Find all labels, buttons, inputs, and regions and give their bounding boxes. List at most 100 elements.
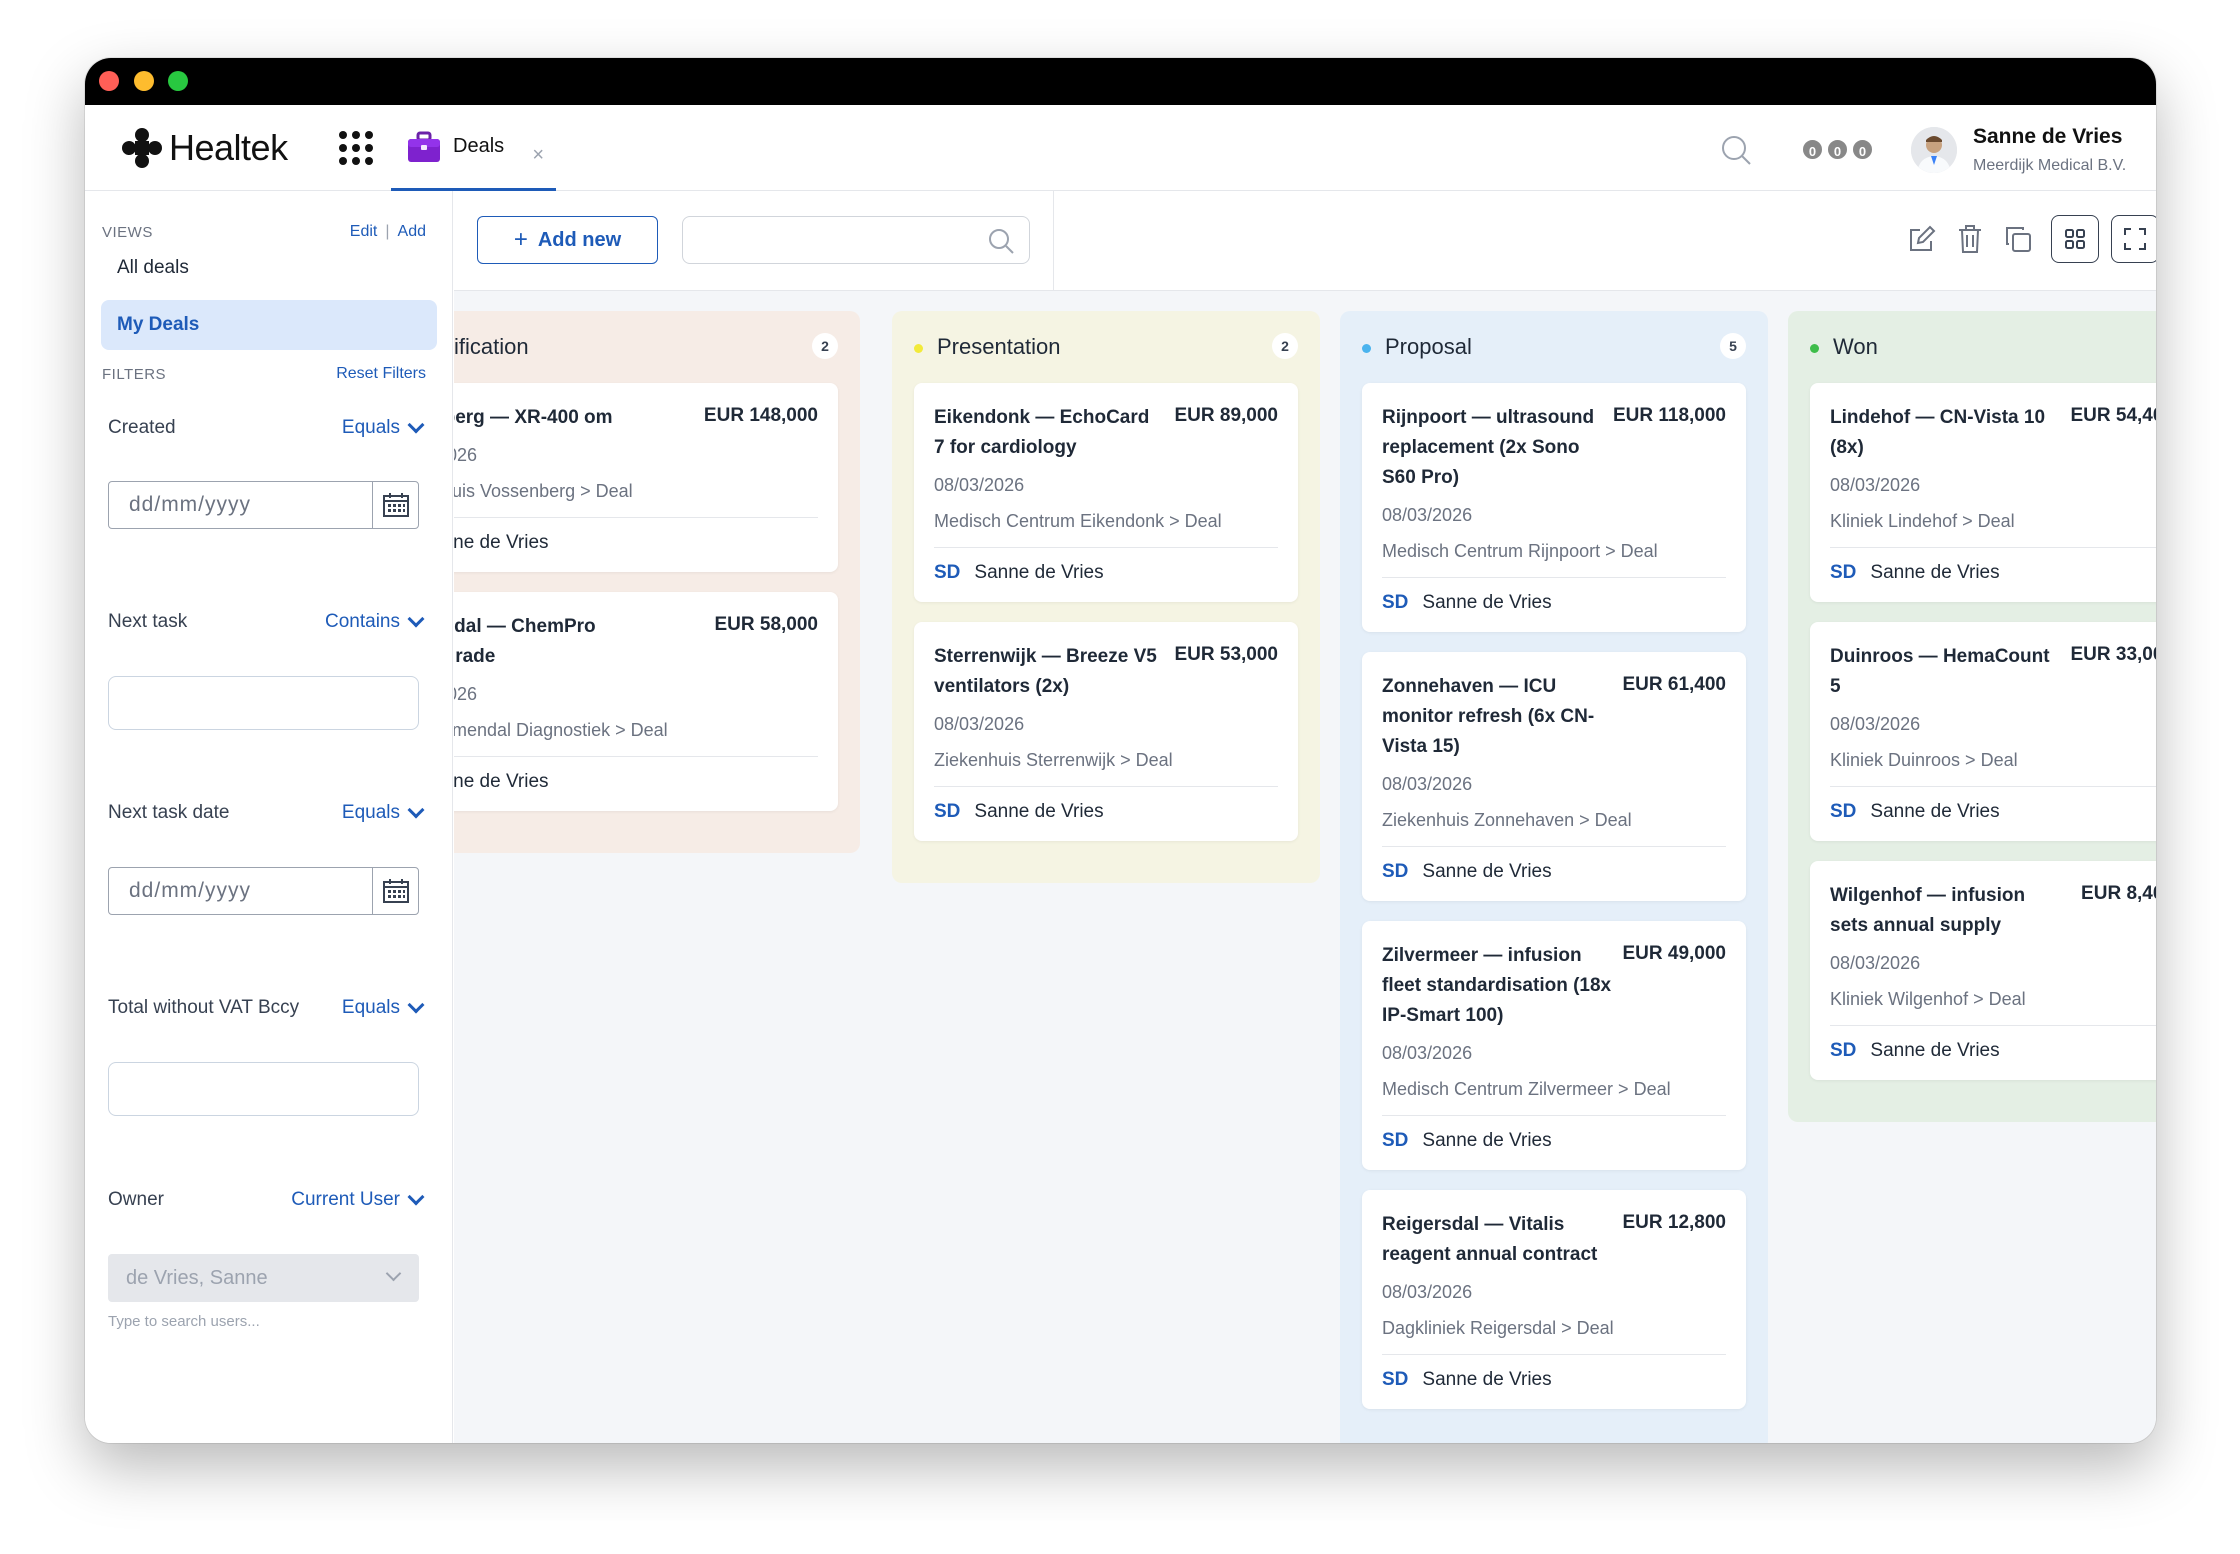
reset-filters-link[interactable]: Reset Filters bbox=[336, 365, 426, 383]
chevron-down-icon bbox=[407, 416, 425, 434]
total-operator-dropdown[interactable]: Equals bbox=[342, 996, 425, 1019]
kanban-board: ification 2 nberg — XR-400 om EUR 148,000/2… bbox=[454, 291, 2156, 1443]
status-dot: 0 bbox=[1826, 138, 1849, 161]
deal-title[interactable]: nberg — XR-400 om bbox=[454, 403, 662, 433]
deal-title[interactable]: Eikendonk — EchoCard 7 for cardiology bbox=[934, 403, 1164, 463]
deal-card[interactable]: Rijnpoort — ultrasound replacement (2x S… bbox=[1362, 383, 1746, 632]
fullscreen-icon[interactable] bbox=[2111, 215, 2156, 263]
deal-card[interactable]: nberg — XR-400 om EUR 148,000/2026 nhuis V… bbox=[454, 383, 838, 572]
deal-card[interactable]: endal — ChemPro pgrade EUR 58,000/2026 oem… bbox=[454, 592, 838, 811]
edit-icon[interactable] bbox=[1898, 215, 1946, 263]
column-title: ification bbox=[454, 334, 529, 359]
deal-title[interactable]: Zilvermeer — infusion fleet standardisat… bbox=[1382, 941, 1612, 1031]
deal-card[interactable]: Wilgenhof — infusion sets annual supply E… bbox=[1810, 861, 2156, 1080]
next-task-filter-label: Next task bbox=[108, 611, 188, 632]
deal-card[interactable]: Eikendonk — EchoCard 7 for cardiology EUR… bbox=[914, 383, 1298, 602]
maximize-window-button[interactable] bbox=[168, 71, 188, 91]
column-count-badge: 5 bbox=[1720, 333, 1746, 359]
deal-title[interactable]: Rijnpoort — ultrasound replacement (2x S… bbox=[1382, 403, 1612, 493]
deal-breadcrumb[interactable]: Kliniek Wilgenhof > Deal bbox=[1830, 985, 2156, 1026]
deal-title[interactable]: endal — ChemPro pgrade bbox=[454, 612, 662, 672]
board-search-input[interactable] bbox=[682, 216, 1030, 264]
deal-breadcrumb[interactable]: Dagkliniek Reigersdal > Deal bbox=[1382, 1314, 1726, 1355]
grid-view-icon[interactable] bbox=[2051, 215, 2099, 263]
add-view-link[interactable]: Add bbox=[398, 223, 426, 240]
deal-amount: EUR 49,000 bbox=[1622, 943, 1726, 964]
deal-date: 08/03/2026 bbox=[1830, 475, 1921, 495]
deal-card[interactable]: Duinroos — HemaCount 5 EUR 33,000 08/03/20… bbox=[1810, 622, 2156, 841]
deal-owner: SD Sanne de Vries bbox=[1830, 1040, 2156, 1062]
deal-breadcrumb[interactable]: Kliniek Lindehof > Deal bbox=[1830, 507, 2156, 548]
deal-date: /2026 bbox=[454, 684, 478, 704]
deal-breadcrumb[interactable]: Medisch Centrum Zilvermeer > Deal bbox=[1382, 1075, 1726, 1116]
view-my-deals[interactable]: My Deals bbox=[101, 300, 437, 350]
created-date-input[interactable]: dd/mm/yyyy bbox=[108, 481, 419, 529]
owner-select[interactable]: de Vries, Sanne bbox=[108, 1254, 419, 1302]
deal-date: 08/03/2026 bbox=[1382, 1043, 1473, 1063]
chevron-down-icon bbox=[407, 996, 425, 1014]
next-task-date-input[interactable]: dd/mm/yyyy bbox=[108, 867, 419, 915]
deal-owner: SD Sanne de Vries bbox=[1382, 1130, 1726, 1152]
deal-date: 08/03/2026 bbox=[1830, 953, 1921, 973]
close-window-button[interactable] bbox=[99, 71, 119, 91]
user-name[interactable]: Sanne de Vries bbox=[1973, 125, 2122, 149]
trash-icon[interactable] bbox=[1946, 215, 1994, 263]
deal-card[interactable]: Reigersdal — Vitalis reagent annual cont… bbox=[1362, 1190, 1746, 1409]
deal-breadcrumb[interactable]: Ziekenhuis Zonnehaven > Deal bbox=[1382, 806, 1726, 847]
owner-name: Sanne de Vries bbox=[1422, 1369, 1552, 1390]
deal-card[interactable]: Sterrenwijk — Breeze V5 ventilators (2x)… bbox=[914, 622, 1298, 841]
calendar-icon[interactable] bbox=[372, 482, 418, 528]
deal-breadcrumb[interactable]: Medisch Centrum Rijnpoort > Deal bbox=[1382, 537, 1726, 578]
column-title: Won bbox=[1833, 334, 1878, 359]
stage-dot-icon bbox=[1810, 344, 1819, 353]
deal-owner: SD Sanne de Vries bbox=[1830, 562, 2156, 584]
owner-operator-dropdown[interactable]: Current User bbox=[291, 1188, 425, 1211]
deal-card[interactable]: Lindehof — CN-Vista 10 (8x) EUR 54,400 08/… bbox=[1810, 383, 2156, 602]
deal-card[interactable]: Zilvermeer — infusion fleet standardisat… bbox=[1362, 921, 1746, 1170]
next-task-operator-dropdown[interactable]: Contains bbox=[325, 610, 425, 633]
chevron-down-icon bbox=[407, 610, 425, 628]
app-logo[interactable]: Healtek bbox=[121, 125, 288, 171]
edit-views-link[interactable]: Edit bbox=[350, 223, 378, 240]
next-task-input[interactable] bbox=[108, 676, 419, 730]
deal-owner: SD Sanne de Vries bbox=[1830, 801, 2156, 823]
tab-close-icon[interactable]: × bbox=[532, 145, 544, 165]
deal-card[interactable]: Zonnehaven — ICU monitor refresh (6x CN-… bbox=[1362, 652, 1746, 901]
board-toolbar: + Add new bbox=[454, 191, 2156, 291]
chevron-down-icon bbox=[407, 801, 425, 819]
deal-breadcrumb[interactable]: Medisch Centrum Eikendonk > Deal bbox=[934, 507, 1278, 548]
copy-icon[interactable] bbox=[1994, 215, 2042, 263]
minimize-window-button[interactable] bbox=[134, 71, 154, 91]
deal-title[interactable]: Wilgenhof — infusion sets annual supply bbox=[1830, 881, 2060, 941]
deal-breadcrumb[interactable]: nhuis Vossenberg > Deal bbox=[454, 477, 818, 518]
column-count-badge: 2 bbox=[1272, 333, 1298, 359]
deal-title[interactable]: Duinroos — HemaCount 5 bbox=[1830, 642, 2060, 702]
column-title: Presentation bbox=[937, 334, 1061, 359]
chevron-down-icon bbox=[407, 1188, 425, 1206]
status-indicators[interactable]: 0 0 0 bbox=[1801, 138, 1874, 161]
deal-title[interactable]: Lindehof — CN-Vista 10 (8x) bbox=[1830, 403, 2060, 463]
calendar-icon[interactable] bbox=[372, 868, 418, 914]
deal-breadcrumb[interactable]: oemendal Diagnostiek > Deal bbox=[454, 716, 818, 757]
next-task-date-operator-dropdown[interactable]: Equals bbox=[342, 801, 425, 824]
title-bar bbox=[85, 58, 2156, 105]
created-operator-dropdown[interactable]: Equals bbox=[342, 416, 425, 439]
avatar[interactable] bbox=[1911, 127, 1957, 173]
total-input[interactable] bbox=[108, 1062, 419, 1116]
app-name: Healtek bbox=[169, 127, 288, 168]
tab-deals[interactable]: Deals × bbox=[391, 105, 556, 191]
app-launcher-icon[interactable] bbox=[339, 131, 373, 165]
total-filter-label: Total without VAT Bccy bbox=[108, 997, 300, 1018]
deal-date: /2026 bbox=[454, 445, 478, 465]
deal-title[interactable]: Zonnehaven — ICU monitor refresh (6x CN-… bbox=[1382, 672, 1612, 762]
add-new-button[interactable]: + Add new bbox=[477, 216, 658, 264]
deal-title[interactable]: Reigersdal — Vitalis reagent annual cont… bbox=[1382, 1210, 1612, 1270]
column-won: Won3 Lindehof — CN-Vista 10 (8x) EUR 54,40… bbox=[1788, 311, 2156, 1122]
global-search-icon[interactable] bbox=[1719, 133, 1753, 167]
deal-breadcrumb[interactable]: Kliniek Duinroos > Deal bbox=[1830, 746, 2156, 787]
view-all-deals[interactable]: All deals bbox=[101, 243, 437, 293]
owner-name: Sanne de Vries bbox=[1870, 1040, 2000, 1061]
deal-breadcrumb[interactable]: Ziekenhuis Sterrenwijk > Deal bbox=[934, 746, 1278, 787]
deal-title[interactable]: Sterrenwijk — Breeze V5 ventilators (2x) bbox=[934, 642, 1164, 702]
views-heading: VIEWS bbox=[102, 224, 153, 241]
